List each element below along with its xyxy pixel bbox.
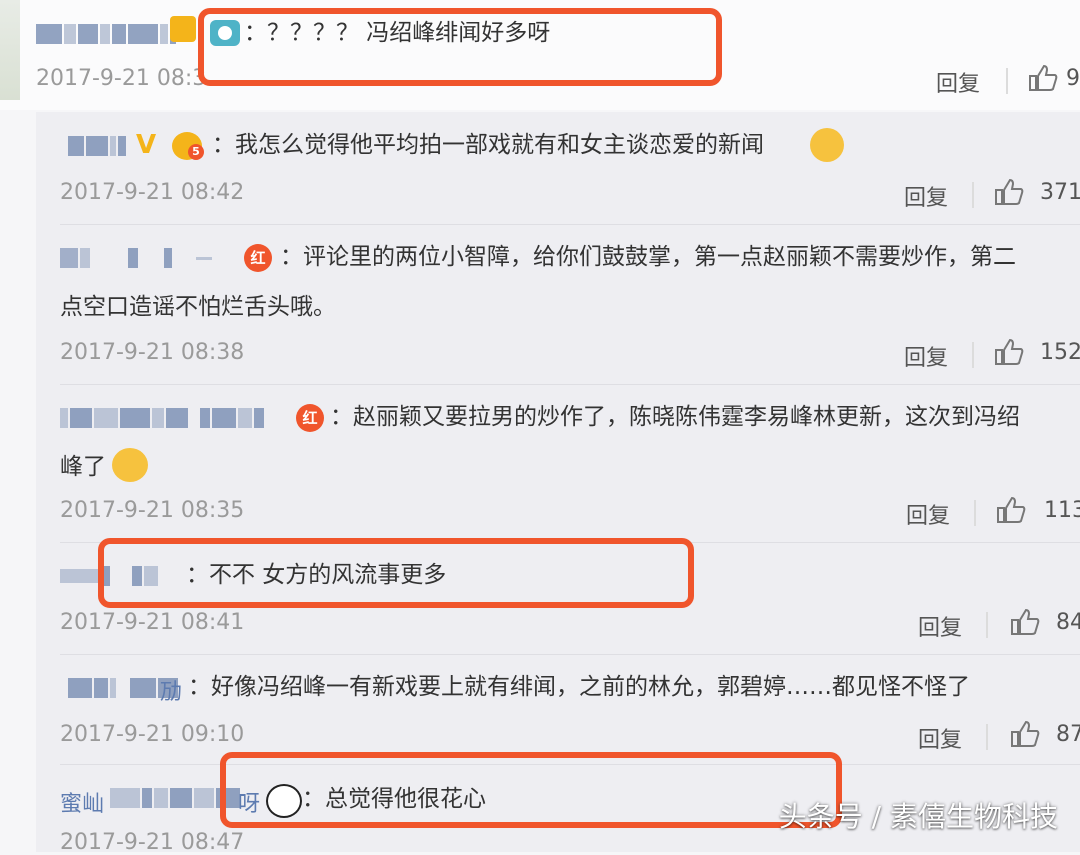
reply-text: ：我怎么觉得他平均拍一部戏就有和女主谈恋爱的新闻: [212, 132, 764, 158]
red-badge: 红: [244, 244, 272, 272]
reply-time: 2017-9-21 08:41: [60, 610, 245, 635]
red-badge: 红: [296, 404, 324, 432]
like-count: 113: [1044, 498, 1080, 523]
reply-time: 2017-9-21 08:35: [60, 498, 245, 523]
like-count: 371: [1040, 180, 1080, 205]
reply-text-line1: ：评论里的两位小智障，给你们鼓鼓掌，第一点赵丽颖不需要炒作，第二: [280, 244, 1016, 270]
reply-button[interactable]: 回复: [918, 610, 962, 642]
highlight-box: [198, 8, 722, 86]
thumbs-up-icon[interactable]: [1010, 720, 1040, 748]
reply-button[interactable]: 回复: [906, 498, 950, 530]
reply-text-line1: ：赵丽颖又要拉男的炒作了，陈晓陈伟霆李易峰林更新，这次到冯绍: [330, 404, 1020, 430]
thumbs-up-icon[interactable]: [1028, 64, 1058, 92]
reply-time: 2017-9-21 08:42: [60, 180, 245, 205]
verified-v-icon: V: [136, 130, 157, 160]
thumbs-up-icon[interactable]: [994, 178, 1024, 206]
reply-text: ：好像冯绍峰一有新戏要上就有绯闻，之前的林允，郭碧婷……都见怪不怪了: [188, 674, 970, 700]
highlight-box: [98, 538, 694, 608]
reply-button[interactable]: 回复: [904, 180, 948, 212]
reply-username-blurred[interactable]: [60, 404, 264, 432]
reply-username-prefix[interactable]: 蜜屾: [60, 786, 104, 818]
row-divider: [60, 654, 1080, 655]
like-count: 84: [1056, 610, 1080, 635]
member-crown-icon: 5: [172, 132, 204, 160]
watermark: 头条号 / 素僖生物科技: [778, 800, 1058, 833]
row-divider: [60, 384, 1080, 385]
reply-text-line2: 点空口造谣不怕烂舌头哦。: [60, 294, 336, 320]
divider: [986, 612, 988, 638]
row-divider: [60, 224, 1080, 225]
highlight-box: [220, 752, 842, 828]
username-blurred[interactable]: [36, 20, 176, 48]
thumbs-up-icon[interactable]: [1010, 608, 1040, 636]
divider: [986, 724, 988, 750]
like-count: 87: [1056, 722, 1080, 747]
divider: [974, 500, 976, 526]
reply-time: 2017-9-21 08:38: [60, 340, 245, 365]
divider: [1006, 68, 1008, 94]
reply-button[interactable]: 回复: [936, 66, 980, 98]
comment-time: 2017-9-21 08:3: [36, 66, 207, 91]
level-badge: 5: [188, 144, 204, 160]
crown-icon: [170, 16, 196, 42]
reply-username-blurred[interactable]: [60, 244, 212, 272]
reply-text-line2: 峰了: [60, 454, 106, 480]
reply-username-suffix[interactable]: 劢: [160, 674, 182, 706]
reply-button[interactable]: 回复: [918, 722, 962, 754]
avatar[interactable]: [0, 0, 20, 100]
like-count: 9: [1066, 66, 1080, 91]
divider: [972, 342, 974, 368]
thumbs-up-icon[interactable]: [996, 496, 1026, 524]
sweat-emoji-icon: [112, 448, 148, 482]
sweat-smile-emoji-icon: [810, 128, 844, 162]
reply-button[interactable]: 回复: [904, 340, 948, 372]
thumbs-up-icon[interactable]: [994, 338, 1024, 366]
divider: [972, 182, 974, 208]
reply-time: 2017-9-21 08:47: [60, 830, 245, 855]
reply-time: 2017-9-21 09:10: [60, 722, 245, 747]
reply-username-blurred[interactable]: [68, 132, 126, 160]
like-count: 152: [1040, 340, 1080, 365]
